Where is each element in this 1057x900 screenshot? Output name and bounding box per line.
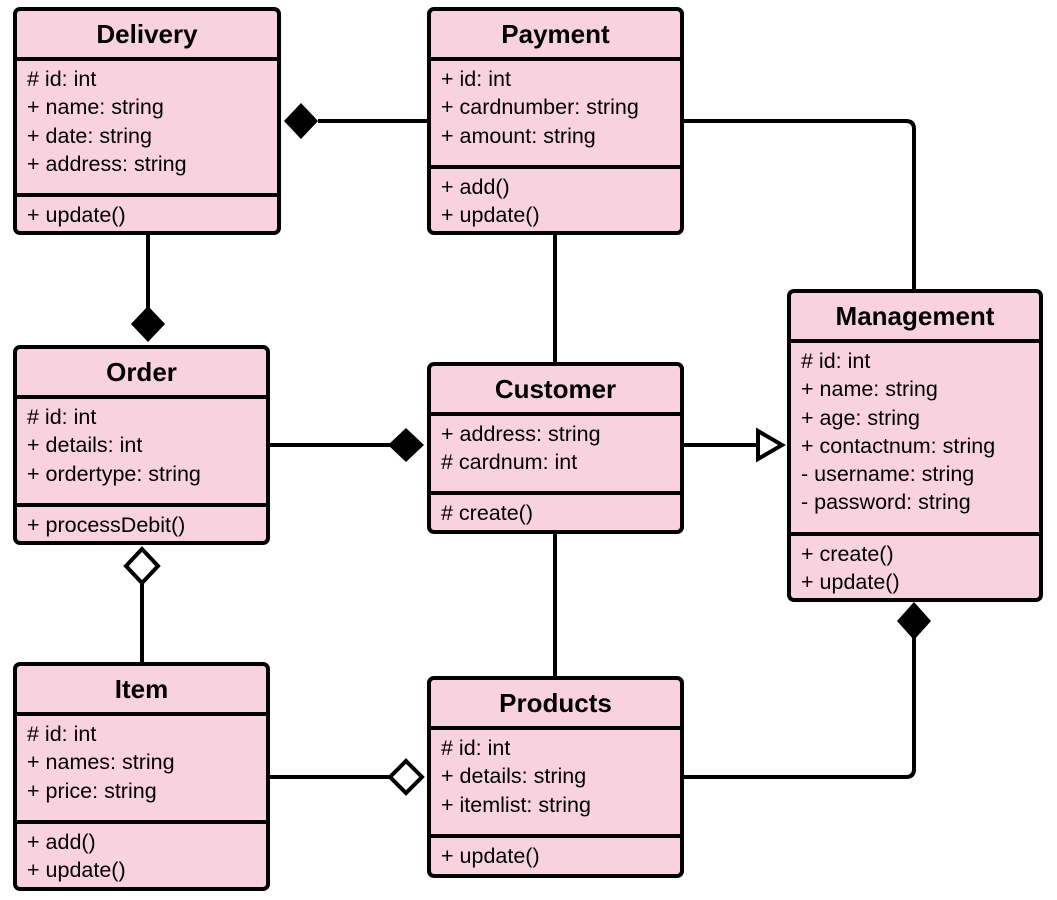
attributes-section: + address: string # cardnum: int [431,416,680,495]
attribute: - username: string [801,462,975,487]
composition-diamond-icon [284,103,318,139]
class-name: Payment [431,11,680,61]
attributes-section: # id: int + name: string + age: string +… [791,343,1039,536]
methods-section: + create() + update() [791,536,1039,598]
method: + update() [441,203,540,228]
attribute: + age: string [801,405,920,430]
methods-section: # create() [431,495,680,530]
link-payment-management [682,119,916,292]
attribute: + name: string [801,377,938,402]
method: + add() [27,830,96,854]
attribute: # id: int [27,67,97,91]
attribute: + names: string [27,750,175,775]
method: + update() [801,570,900,595]
method: + update() [27,858,126,883]
method: + update() [27,203,126,227]
class-customer[interactable]: Customer + address: string # cardnum: in… [427,362,684,534]
attribute: # id: int [801,349,871,373]
attributes-section: # id: int + details: int + ordertype: st… [17,399,266,507]
attributes-section: # id: int + details: string + itemlist: … [431,730,680,838]
attribute: # id: int [27,722,97,746]
methods-section: + add() + update() [431,169,680,231]
link-products-management [680,638,916,779]
attributes-section: # id: int + name: string + date: string … [17,61,277,197]
class-management[interactable]: Management # id: int + name: string + ag… [787,289,1043,602]
attribute: + amount: string [441,123,596,148]
class-name: Products [431,680,680,730]
attribute: + address: string [441,422,601,446]
attribute: # id: int [27,405,97,429]
attribute: + price: string [27,778,157,803]
attribute: + itemlist: string [441,792,591,817]
attribute: + name: string [27,95,164,120]
class-payment[interactable]: Payment + id: int + cardnumber: string +… [427,7,684,235]
class-delivery[interactable]: Delivery # id: int + name: string + date… [13,7,281,235]
attribute: + contactnum: string [801,433,996,458]
class-name: Order [17,349,266,399]
method: + update() [441,844,540,868]
attribute: + id: int [441,67,511,91]
attribute: + date: string [27,123,152,148]
method: # create() [441,501,534,525]
composition-diamond-icon [897,602,931,640]
methods-section: + add() + update() [17,824,266,887]
class-name: Customer [431,366,680,416]
attribute: - password: string [801,490,971,515]
class-name: Item [17,666,266,716]
generalization-arrow-icon [756,427,786,463]
methods-section: + processDebit() [17,507,266,541]
method: + create() [801,542,894,566]
class-order[interactable]: Order # id: int + details: int + orderty… [13,345,270,545]
attribute: + cardnumber: string [441,95,639,120]
class-name: Management [791,293,1039,343]
attributes-section: + id: int + cardnumber: string + amount:… [431,61,680,169]
attribute: + details: string [441,764,587,789]
class-item[interactable]: Item # id: int + names: string + price: … [13,662,270,891]
methods-section: + update() [17,197,277,231]
attribute: + address: string [27,151,187,176]
method: + add() [441,175,510,199]
attributes-section: # id: int + names: string + price: strin… [17,716,266,824]
aggregation-diamond-icon [123,546,161,586]
class-name: Delivery [17,11,277,61]
aggregation-diamond-icon [387,758,425,796]
attribute: # cardnum: int [441,450,578,475]
attribute: # id: int [441,736,511,760]
attribute: + details: int [27,433,143,458]
method: + processDebit() [27,513,186,537]
composition-diamond-icon [388,428,424,462]
methods-section: + update() [431,838,680,874]
class-products[interactable]: Products # id: int + details: string + i… [427,676,684,878]
composition-diamond-icon [131,306,165,342]
attribute: + ordertype: string [27,461,201,486]
